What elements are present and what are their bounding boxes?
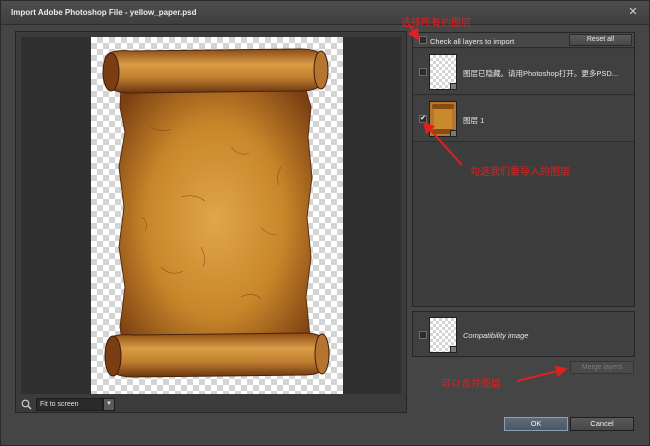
- title-bar: Import Adobe Photoshop File - yellow_pap…: [1, 1, 649, 25]
- layer-type-icon: [450, 130, 457, 137]
- layer-checkbox-checked[interactable]: ✔: [419, 115, 427, 123]
- layers-header: Check all layers to import Reset all: [413, 33, 634, 48]
- layer-row[interactable]: 图层已隐藏。请用Photoshop打开。更多PSD...: [413, 49, 634, 95]
- layer-checkbox[interactable]: [419, 68, 427, 76]
- ok-button[interactable]: OK: [504, 417, 568, 431]
- close-icon[interactable]: ✕: [627, 6, 639, 18]
- layer-row[interactable]: ✔ 图层 1: [413, 96, 634, 142]
- layer-type-icon: [450, 83, 457, 90]
- scroll-image: [102, 48, 330, 378]
- zoom-icon[interactable]: [21, 399, 32, 410]
- layer-thumbnail: [429, 101, 457, 137]
- check-all-label: Check all layers to import: [430, 37, 515, 46]
- layer-thumbnail: [429, 54, 457, 90]
- preview-panel: Fit to screen ▼: [15, 31, 407, 413]
- zoom-controls: Fit to screen ▼: [21, 398, 141, 412]
- chevron-down-icon[interactable]: ▼: [103, 398, 115, 411]
- layer-type-icon: [450, 346, 457, 353]
- annotation-merge: 可以合并图层: [441, 379, 501, 390]
- compatibility-thumbnail: [429, 317, 457, 353]
- annotation-layer-to-import: 勾选我们要导入的图层: [470, 167, 570, 178]
- preview-canvas: [21, 37, 401, 394]
- layer-label: 图层已隐藏。请用Photoshop打开。更多PSD...: [463, 69, 619, 78]
- merge-layers-button[interactable]: Merge layers: [570, 361, 634, 374]
- check-all-checkbox[interactable]: [419, 36, 427, 44]
- zoom-select[interactable]: Fit to screen: [36, 398, 103, 411]
- transparency-checkerboard: [91, 37, 343, 394]
- reset-all-button[interactable]: Reset all: [569, 34, 632, 46]
- compatibility-checkbox[interactable]: [419, 331, 427, 339]
- dialog-title: Import Adobe Photoshop File - yellow_pap…: [11, 8, 197, 17]
- import-dialog: Import Adobe Photoshop File - yellow_pap…: [0, 0, 650, 446]
- compatibility-row[interactable]: Compatibility image: [412, 311, 635, 357]
- annotation-select-all: 选择所有的图层: [401, 18, 471, 29]
- cancel-button[interactable]: Cancel: [570, 417, 634, 431]
- layer-label: 图层 1: [463, 116, 485, 125]
- compatibility-label: Compatibility image: [463, 331, 529, 340]
